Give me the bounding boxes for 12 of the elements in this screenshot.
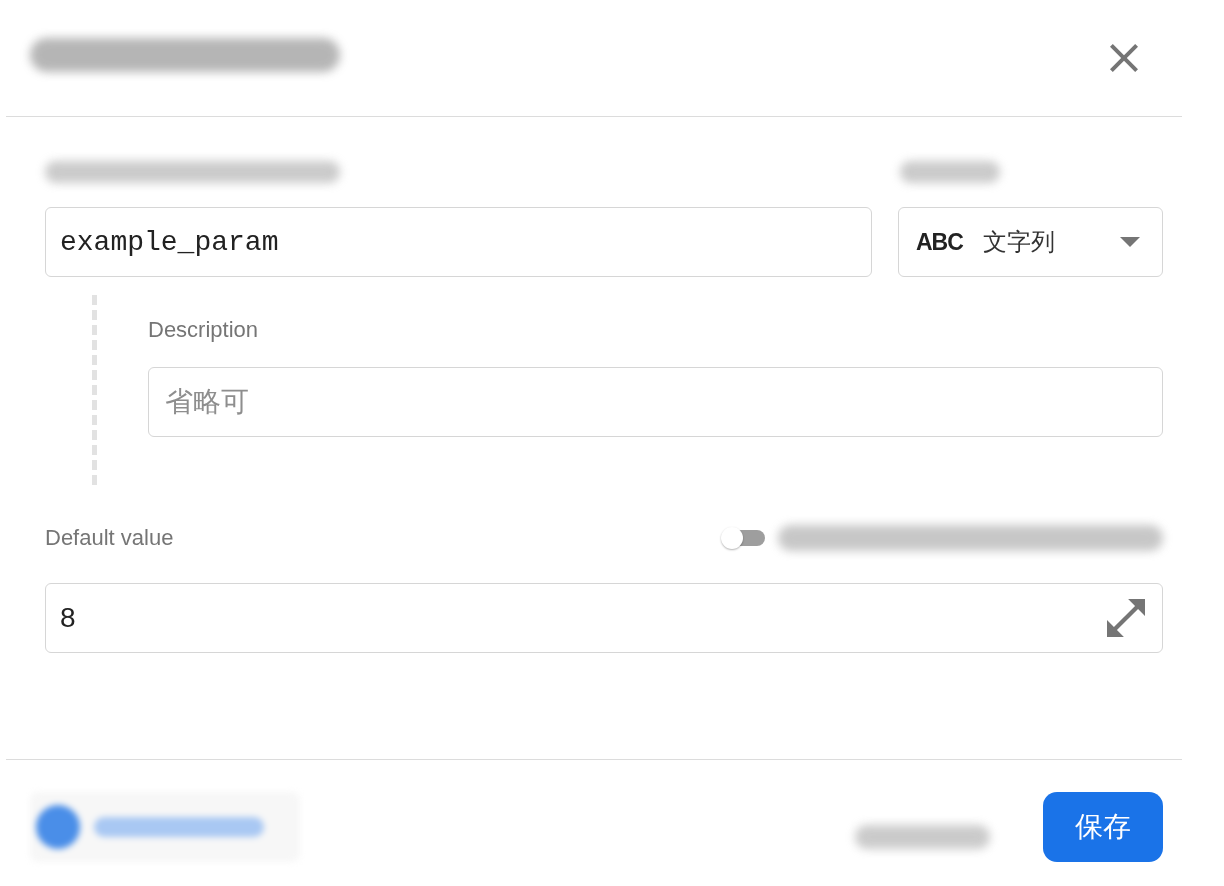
default-value-label: Default value <box>45 525 174 551</box>
expand-icon[interactable] <box>1107 599 1145 637</box>
save-button[interactable]: 保存 <box>1043 792 1163 862</box>
toggle-switch[interactable] <box>721 526 765 550</box>
abc-type-icon: ABC <box>916 228 963 256</box>
type-select[interactable]: ABC 文字列 <box>898 207 1163 277</box>
name-field[interactable]: example_param <box>45 207 872 277</box>
caret-icon <box>1120 237 1140 247</box>
default-value-field[interactable]: 8 <box>45 583 1163 653</box>
description-label: Description <box>148 317 259 343</box>
description-field[interactable]: 省略可 <box>148 367 1163 437</box>
close-icon[interactable] <box>1110 44 1138 72</box>
